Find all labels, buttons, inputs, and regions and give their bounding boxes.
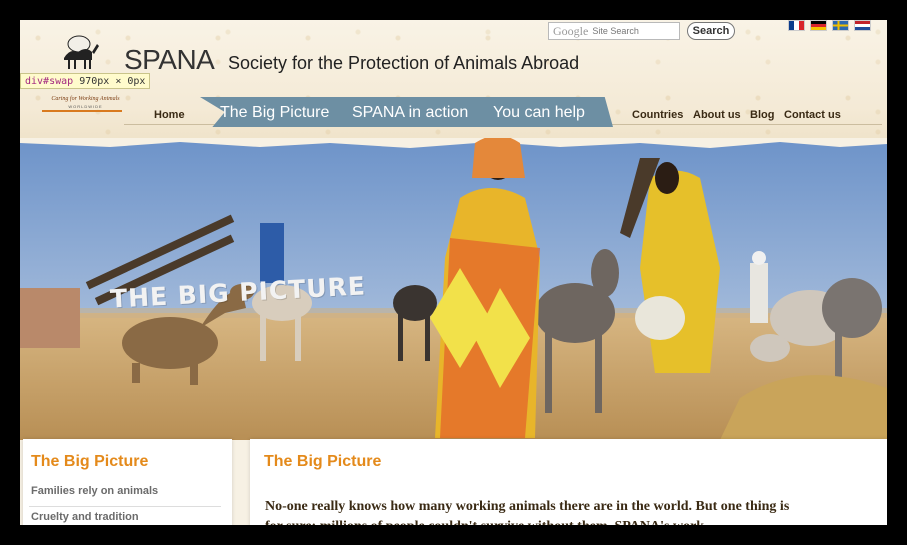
nav-contact-us[interactable]: Contact us [784,109,841,121]
nav-spana-in-action[interactable]: SPANA in action [352,104,468,122]
brand-name[interactable]: SPANA [124,44,215,76]
brand-tagline: Society for the Protection of Animals Ab… [228,53,580,73]
sidebar-item-cruelty[interactable]: Cruelty and tradition [31,511,139,523]
hero-image: THE BIG PICTURE [20,138,887,440]
devtools-tooltip: div#swap 970px × 0px [20,73,151,89]
sidebar: The Big Picture Families rely on animals… [23,439,232,525]
sidebar-item-families[interactable]: Families rely on animals [31,485,158,497]
nav-countries[interactable]: Countries [632,109,683,121]
search-button[interactable]: Search [687,22,735,40]
nav-blog[interactable]: Blog [750,109,774,121]
main-title: The Big Picture [264,453,382,470]
flag-sweden-icon[interactable] [832,20,849,31]
nav-you-can-help[interactable]: You can help [493,104,585,122]
search-input[interactable]: Google Site Search [548,22,680,40]
flag-netherlands-icon[interactable] [854,20,871,31]
logo-rule [42,110,122,112]
main-content: The Big Picture No-one really knows how … [250,439,887,525]
search-placeholder: Site Search [592,26,639,36]
logo-worldwide: WORLDWIDE [68,104,103,109]
flag-germany-icon[interactable] [810,20,827,31]
google-logo: Google [553,23,589,38]
devtools-size: 970px × 0px [79,76,146,87]
sidebar-title[interactable]: The Big Picture [31,453,148,471]
flag-france-icon[interactable] [788,20,805,31]
camel-icon [64,35,99,69]
sidebar-divider [29,506,221,507]
nav-big-picture[interactable]: The Big Picture [220,104,329,122]
page: Caring for Working Animals WORLDWIDE SPA… [20,20,887,525]
nav-home-link[interactable]: Home [154,109,185,121]
language-flags [788,20,871,31]
devtools-selector: div#swap [25,76,74,87]
main-paragraph: No-one really knows how many working ani… [265,499,790,525]
nav-about-us[interactable]: About us [693,109,741,121]
logo-tagline: Caring for Working Animals [51,96,120,102]
